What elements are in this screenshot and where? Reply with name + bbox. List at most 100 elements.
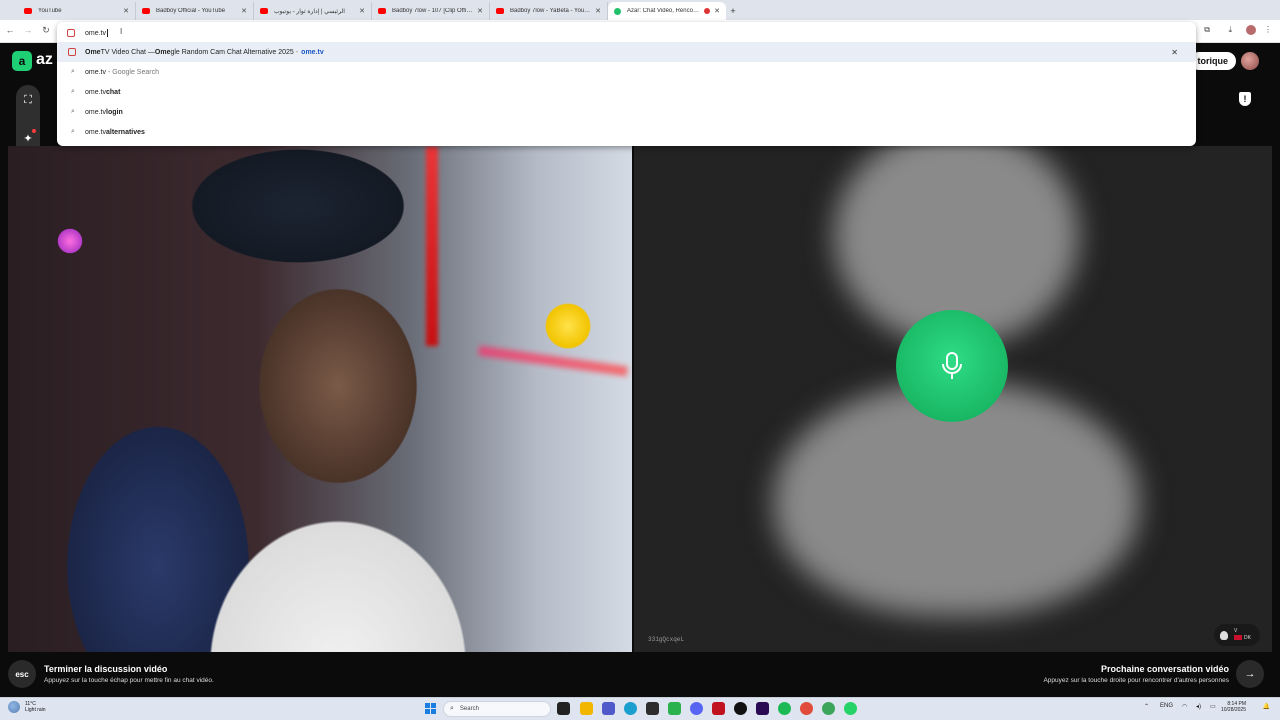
remote-country-chip[interactable]: V DK [1214, 624, 1260, 646]
wifi-icon[interactable]: ◠ [1182, 703, 1187, 710]
next-arrow-button[interactable]: → [1236, 660, 1264, 688]
local-video [8, 146, 632, 652]
taskbar-search[interactable]: ⌕ Search [443, 701, 551, 717]
chrome-icon[interactable] [800, 702, 813, 715]
task-view-icon[interactable] [557, 702, 570, 715]
battery-icon[interactable]: ▭ [1210, 703, 1216, 710]
edge-icon[interactable] [624, 702, 637, 715]
discord-icon[interactable] [690, 702, 703, 715]
fullscreen-icon[interactable]: ⛶ [20, 92, 36, 108]
suggestion-sep: - [295, 48, 299, 56]
neon-strip-decor [478, 345, 628, 377]
search-icon: ⌕ [71, 128, 75, 135]
search-icon: ⌕ [450, 705, 454, 712]
shield-icon[interactable]: ! [1239, 92, 1251, 106]
browser-tab[interactable]: Azar: Chat Vidéo, Rencontre ✕ [608, 2, 726, 20]
lang-indicator[interactable]: ENG [1160, 703, 1173, 709]
country-code: DK [1244, 635, 1251, 641]
suggestion-url: ome.tv [301, 48, 324, 56]
user-avatar[interactable] [1241, 52, 1259, 70]
country-top: V [1234, 628, 1238, 634]
browser-tab[interactable]: Badboy Official - YouTube ✕ [136, 2, 254, 20]
close-tab-icon[interactable]: ✕ [477, 7, 483, 15]
recording-indicator-icon [704, 8, 711, 14]
extensions-icon[interactable]: ⧉ [1204, 25, 1210, 35]
download-icon[interactable]: ⤓ [1228, 25, 1232, 35]
suggestion-prefix: ome.tv [85, 108, 107, 116]
store-icon[interactable] [646, 702, 659, 715]
omnibox-suggestion[interactable]: Ome TV Video Chat — Ome gle Random Cam Cha… [57, 42, 1196, 62]
taskbar-search-placeholder: Search [459, 706, 479, 712]
browser-tab[interactable]: Badboy 7low - 107 [Clip Officiel] ✕ [372, 2, 490, 20]
tab-title: YouTube [38, 8, 62, 14]
person-icon [1220, 630, 1228, 640]
tab-title: Badboy 7low - 107 [Clip Officiel] [392, 8, 474, 14]
address-input[interactable]: ome.tv [67, 26, 109, 40]
end-chat-hint: Appuyez sur la touche échap pour mettre … [44, 677, 214, 684]
neon-light-decor [426, 146, 438, 346]
suggestion-prefix: ome.tv [85, 88, 107, 96]
obs-icon[interactable] [734, 702, 747, 715]
app-green-icon[interactable] [668, 702, 681, 715]
suggestion-hint: - Google Search [108, 68, 159, 76]
youtube-icon [496, 8, 504, 14]
back-icon[interactable]: ← [4, 25, 16, 35]
close-tab-icon[interactable]: ✕ [714, 7, 720, 15]
logo-letter: a [18, 54, 26, 68]
azar-logo-text: az [36, 51, 53, 68]
menu-icon[interactable]: ⋮ [1264, 25, 1272, 34]
text-caret [107, 29, 109, 37]
tray-chevron-icon[interactable]: ⌃ [1144, 703, 1149, 710]
reload-icon[interactable]: ↻ [40, 25, 52, 36]
end-chat-title: Terminer la discussion vidéo [44, 664, 168, 674]
whatsapp-icon[interactable] [844, 702, 857, 715]
spotify-icon[interactable] [778, 702, 791, 715]
omnibox-suggestion[interactable]: ⌕ ome.tv - Google Search [57, 62, 1196, 82]
app-red-icon[interactable] [712, 702, 725, 715]
azar-icon [614, 7, 621, 15]
youtube-icon [142, 8, 150, 14]
volume-icon[interactable]: ◂) [1196, 703, 1201, 710]
chrome-alt-icon[interactable] [822, 702, 835, 715]
search-icon: ⌕ [71, 88, 75, 95]
premiere-icon[interactable] [756, 702, 769, 715]
search-icon: ⌕ [71, 108, 75, 115]
azar-logo-icon[interactable]: a [12, 51, 32, 71]
file-explorer-icon[interactable] [580, 702, 593, 715]
omnibox-suggestion[interactable]: ⌕ ome.tv alternatives [57, 122, 1196, 142]
browser-tab[interactable]: الرئيسي | إدارة ثوار - يوتيوب ✕ [254, 2, 372, 20]
windows-taskbar: 11°C Light rain ⌕ Search ⌃ ENG ◠ ◂) ▭ 8:14… [0, 697, 1280, 720]
close-tab-icon[interactable]: ✕ [241, 7, 247, 15]
browser-tab[interactable]: YouTube ✕ [18, 2, 136, 20]
next-chat-title: Prochaine conversation vidéo [1100, 664, 1229, 674]
taskbar-clock[interactable]: 8:14 PM 10/28/2025 [1221, 701, 1246, 713]
address-value: ome.tv [85, 29, 107, 37]
suggestion-bold: chat [106, 88, 121, 96]
browser-profile-avatar[interactable] [1246, 25, 1256, 35]
microphone-glyph [942, 352, 962, 379]
omnibox-suggestion[interactable]: ⌕ ome.tv chat [57, 82, 1196, 102]
close-tab-icon[interactable]: ✕ [359, 7, 365, 15]
teams-icon[interactable] [602, 702, 615, 715]
esc-key-button[interactable]: esc [8, 660, 36, 688]
history-button[interactable]: torique [1189, 52, 1236, 70]
next-chat-hint: Appuyez sur la touche droite pour rencon… [1043, 677, 1229, 684]
notification-bell-icon[interactable]: 🔔 [1263, 703, 1270, 710]
remove-suggestion-icon[interactable]: ✕ [1171, 48, 1178, 57]
new-tab-button[interactable]: + [726, 2, 740, 20]
weather-widget[interactable]: 11°C Light rain [8, 701, 46, 713]
youtube-icon [24, 8, 32, 14]
suggestion-bold: Ome [154, 48, 171, 56]
suggestion-prefix: ome.tv [85, 68, 107, 76]
page-icon [67, 29, 75, 37]
close-tab-icon[interactable]: ✕ [595, 7, 601, 15]
notification-dot [32, 129, 36, 133]
ibeam-cursor-icon: I [120, 27, 123, 36]
browser-tab[interactable]: Badboy 7low - YaBeta - YouTube ✕ [490, 2, 608, 20]
tab-title: Badboy 7low - YaBeta - YouTube [510, 8, 592, 14]
omnibox-suggestion[interactable]: ⌕ ome.tv login [57, 102, 1196, 122]
forward-icon[interactable]: → [22, 25, 34, 35]
microphone-icon [896, 310, 1008, 422]
close-tab-icon[interactable]: ✕ [123, 7, 129, 15]
windows-start-icon[interactable] [425, 703, 436, 714]
